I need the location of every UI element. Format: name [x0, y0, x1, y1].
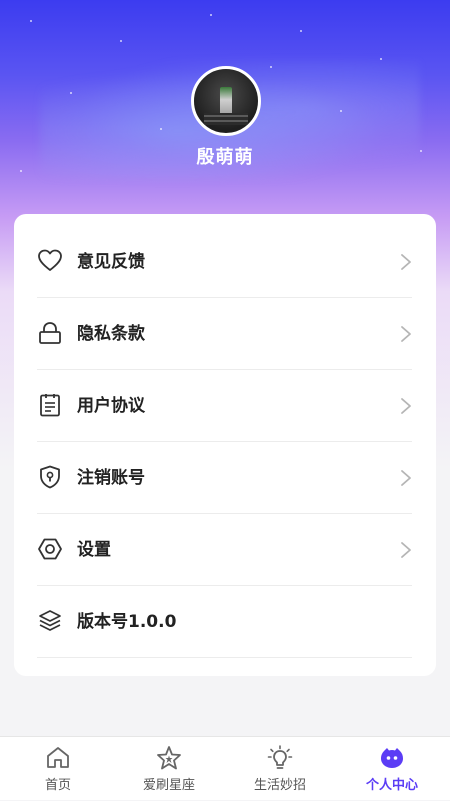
chevron-right-icon	[401, 254, 411, 270]
menu-card: 意见反馈 隐私条款 用户协议 注销账号 设置 版本号1.0.0	[14, 214, 436, 676]
menu-item-delete-account[interactable]: 注销账号	[37, 442, 412, 514]
avatar-image-books	[204, 113, 248, 125]
username: 殷萌萌	[196, 147, 254, 168]
hexagon-settings-icon	[38, 538, 62, 560]
menu-item-version: 版本号1.0.0	[37, 586, 412, 658]
menu-item-label: 隐私条款	[77, 324, 145, 344]
document-icon	[40, 394, 60, 417]
tab-home[interactable]: 首页	[2, 737, 114, 801]
menu-item-label: 注销账号	[77, 468, 145, 488]
face-icon	[381, 748, 403, 768]
bottom-tab-bar: 首页 爱刷星座 生活妙招 个人中心	[0, 736, 450, 800]
lightbulb-icon	[267, 745, 293, 769]
menu-item-settings[interactable]: 设置	[37, 514, 412, 586]
home-icon	[47, 747, 69, 768]
chevron-right-icon	[401, 326, 411, 342]
lock-icon	[39, 322, 61, 344]
tab-label: 爱刷星座	[142, 778, 195, 793]
chevron-right-icon	[401, 470, 411, 486]
tab-life-tips[interactable]: 生活妙招	[224, 737, 336, 801]
tab-label: 个人中心	[365, 778, 418, 793]
menu-item-label: 意见反馈	[77, 252, 145, 272]
layers-icon	[39, 610, 61, 631]
chevron-right-icon	[401, 398, 411, 414]
menu-item-label: 用户协议	[77, 396, 145, 416]
menu-item-privacy[interactable]: 隐私条款	[37, 298, 412, 370]
star-icon	[157, 746, 181, 770]
tab-label: 首页	[44, 778, 71, 793]
tab-label: 生活妙招	[253, 778, 306, 793]
tab-constellation[interactable]: 爱刷星座	[113, 737, 225, 801]
chevron-right-icon	[401, 542, 411, 558]
menu-item-feedback[interactable]: 意见反馈	[37, 226, 412, 298]
version-label: 版本号1.0.0	[77, 612, 177, 632]
avatar[interactable]	[191, 66, 261, 136]
menu-item-user-agreement[interactable]: 用户协议	[37, 370, 412, 442]
heart-icon	[38, 249, 62, 271]
shield-icon	[40, 465, 60, 489]
menu-item-label: 设置	[77, 540, 111, 560]
tab-personal-center[interactable]: 个人中心	[336, 737, 448, 801]
